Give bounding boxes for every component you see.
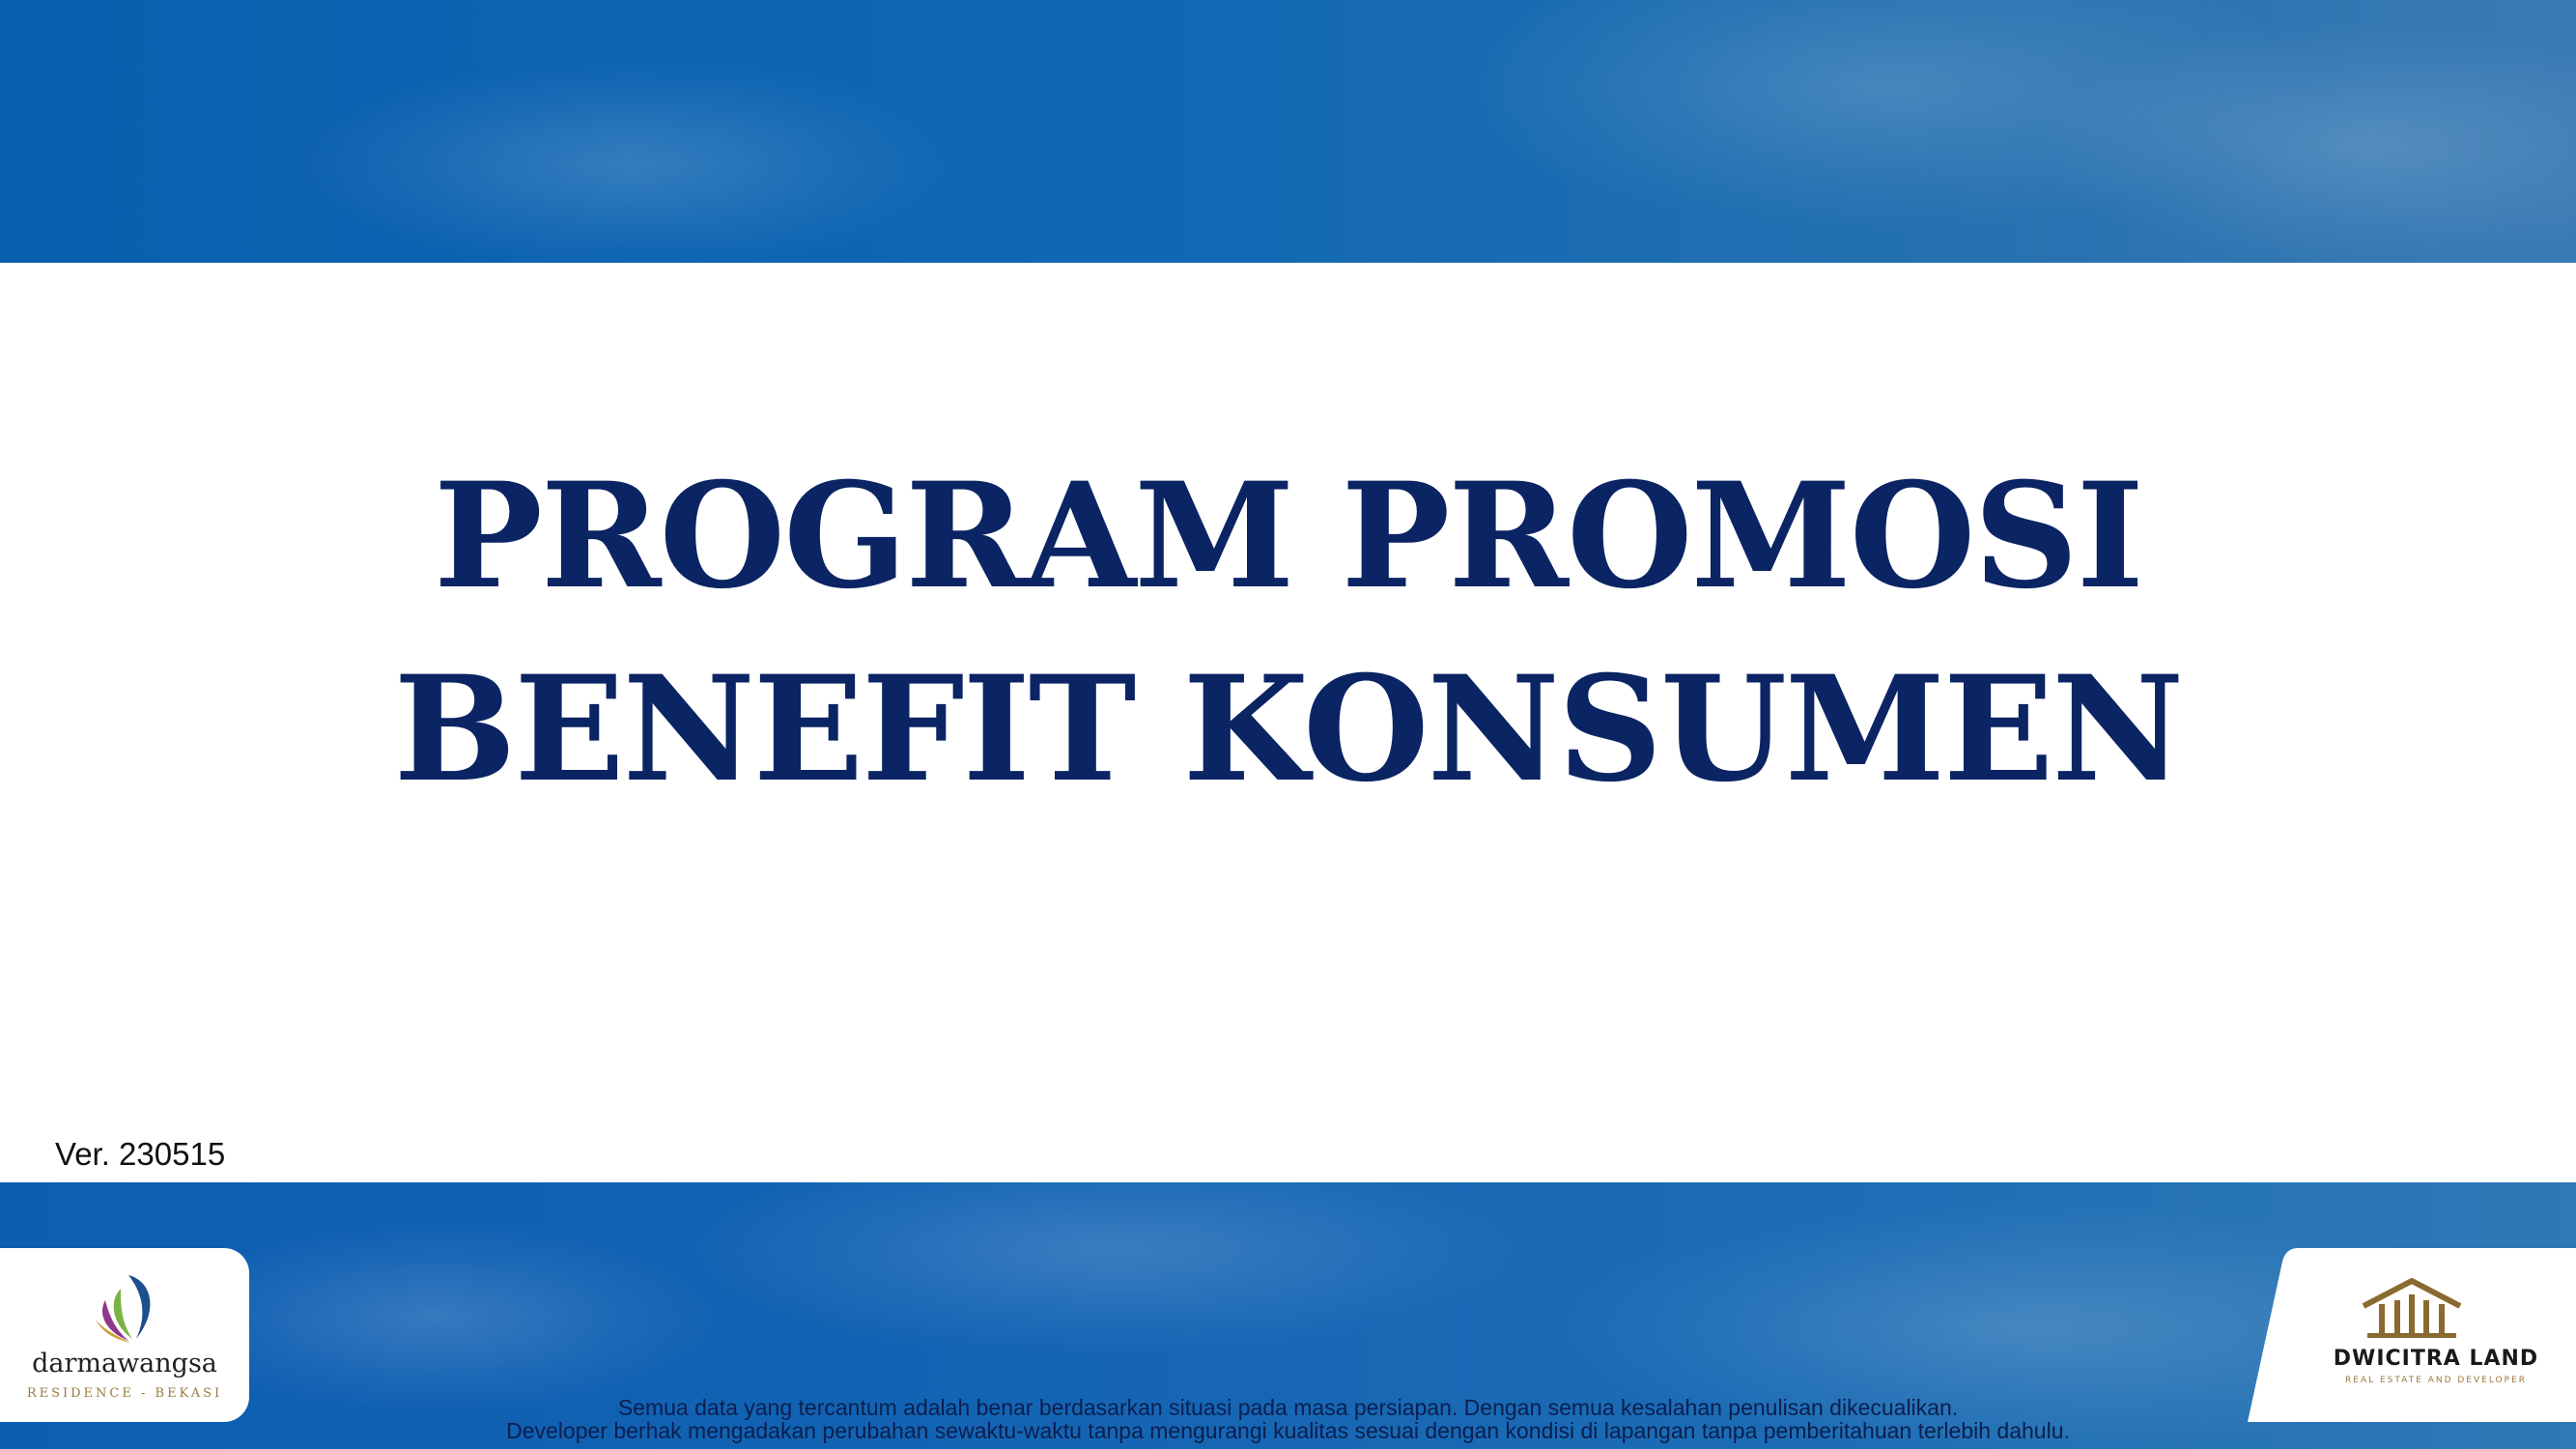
title-line-1: PROGRAM PROMOSI (434, 451, 2144, 621)
version-label: Ver. 230515 (55, 1136, 226, 1172)
title-line-2: BENEFIT KONSUMEN (393, 644, 2185, 814)
darmawangsa-subtitle: RESIDENCE - BEKASI (26, 1386, 223, 1401)
darmawangsa-name: darmawangsa (32, 1349, 217, 1378)
bottom-sky-banner: Semua data yang tercantum adalah benar b… (0, 1182, 2576, 1449)
house-logo-icon (2362, 1278, 2462, 1338)
leaf-logo-icon (96, 1275, 151, 1343)
presentation-slide: PROGRAM PROMOSI BENEFIT KONSUMEN Ver. 23… (0, 0, 2576, 1449)
dwicitra-land-name: DWICITRA LAND (2333, 1347, 2539, 1371)
top-sky-banner (0, 0, 2576, 263)
disclaimer-line-1: Semua data yang tercantum adalah benar b… (617, 1395, 1959, 1420)
disclaimer: Semua data yang tercantum adalah benar b… (0, 1396, 2576, 1442)
disclaimer-line-2: Developer berhak mengadakan perubahan se… (506, 1418, 2070, 1443)
slide-title: PROGRAM PROMOSI BENEFIT KONSUMEN (0, 440, 2576, 826)
darmawangsa-logo: darmawangsa RESIDENCE - BEKASI (0, 1248, 249, 1422)
dwicitra-land-logo: DWICITRA LAND REAL ESTATE AND DEVELOPER (2248, 1248, 2576, 1422)
dwicitra-land-subtitle: REAL ESTATE AND DEVELOPER (2345, 1376, 2527, 1385)
